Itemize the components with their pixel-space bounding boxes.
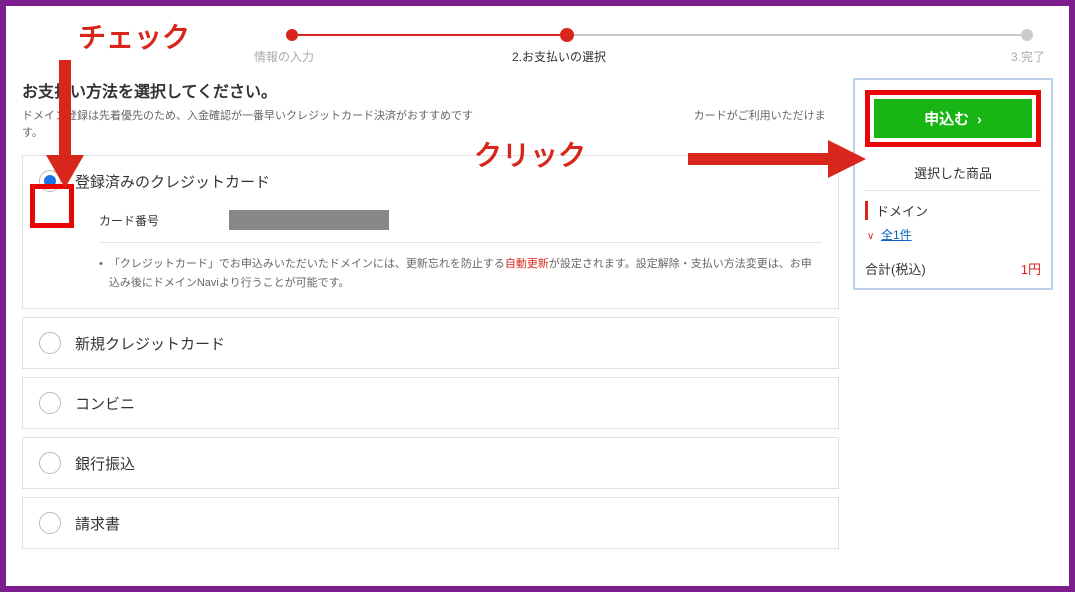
progress-label-3: 3.完了	[1011, 48, 1045, 65]
radio-convenience[interactable]	[39, 392, 61, 414]
summary-title: 選択した商品	[865, 159, 1041, 191]
payment-option-convenience[interactable]: コンビニ	[22, 377, 839, 429]
annotation-click-text: クリック	[474, 134, 586, 174]
payment-option-invoice[interactable]: 請求書	[22, 497, 839, 549]
apply-button-label: 申込む	[924, 108, 969, 129]
payment-option-bank[interactable]: 銀行振込	[22, 437, 839, 489]
summary-domain-label: ドメイン	[865, 201, 1041, 220]
summary-panel: 申込む › 選択した商品 ドメイン ∨ 全1件 合計(税込) 1円	[853, 78, 1053, 290]
radio-invoice[interactable]	[39, 512, 61, 534]
section-title: お支払い方法を選択してください。	[22, 78, 839, 102]
progress-dot-3	[1021, 29, 1033, 41]
chevron-right-icon: ›	[977, 111, 982, 127]
total-label: 合計(税込)	[865, 259, 926, 278]
card-number-label: カード番号	[99, 212, 229, 229]
chevron-down-icon: ∨	[867, 231, 874, 242]
payment-option-label: 登録済みのクレジットカード	[75, 171, 270, 192]
progress-label-1: 情報の入力	[254, 48, 314, 65]
expand-items-link[interactable]: 全1件	[881, 228, 912, 242]
radio-new-card[interactable]	[39, 332, 61, 354]
card-number-masked	[229, 210, 389, 230]
total-value: 1円	[1021, 259, 1041, 278]
payment-option-label: コンビニ	[75, 393, 135, 414]
arrow-right-icon	[688, 134, 868, 184]
payment-option-label: 銀行振込	[75, 453, 135, 474]
radio-bank[interactable]	[39, 452, 61, 474]
payment-option-label: 請求書	[75, 513, 120, 534]
payment-option-new-card[interactable]: 新規クレジットカード	[22, 317, 839, 369]
progress-dot-1	[286, 29, 298, 41]
progress-dot-2	[560, 28, 574, 42]
apply-button[interactable]: 申込む ›	[874, 99, 1032, 138]
payment-note: • 「クレジットカード」でお申込みいただいたドメインには、更新忘れを防止する自動…	[99, 255, 822, 292]
payment-option-label: 新規クレジットカード	[75, 333, 225, 354]
annotation-highlight-radio	[30, 184, 74, 228]
arrow-down-icon	[40, 60, 90, 190]
progress-label-2: 2.お支払いの選択	[512, 48, 606, 65]
annotation-highlight-apply: 申込む ›	[865, 90, 1041, 147]
progress-stepper: 情報の入力 2.お支払いの選択 3.完了	[26, 26, 1049, 66]
